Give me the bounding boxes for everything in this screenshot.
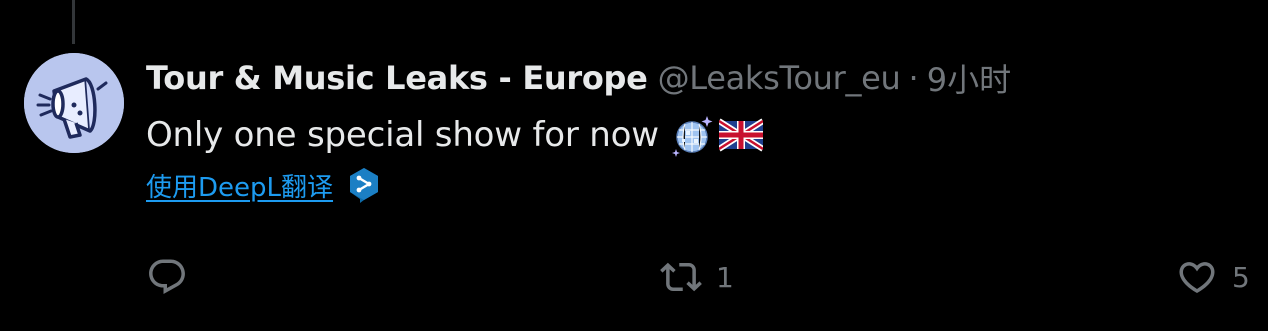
deepl-logo-icon[interactable] (347, 166, 381, 204)
author-display-name[interactable]: Tour & Music Leaks - Europe (146, 59, 648, 97)
avatar[interactable] (24, 53, 124, 153)
tweet-body: Only one special show for now (146, 113, 763, 157)
tweet-header: Tour & Music Leaks - Europe @LeaksTour_e… (146, 56, 1011, 100)
author-handle[interactable]: @LeaksTour_eu (658, 59, 901, 97)
header-separator: · (908, 59, 919, 97)
flag-united-kingdom-icon (718, 113, 763, 157)
tweet-timestamp[interactable]: 9小时 (927, 55, 1011, 101)
disco-ball-icon (671, 113, 715, 157)
like-button[interactable]: 5 (1176, 254, 1250, 300)
retweet-count: 1 (716, 260, 734, 294)
reply-button[interactable] (146, 254, 202, 300)
translate-with-deepl-link[interactable]: 使用DeepL翻译 (146, 167, 333, 204)
retweet-button[interactable]: 1 (660, 254, 734, 300)
retweet-icon (660, 262, 702, 292)
translate-row: 使用DeepL翻译 (146, 164, 381, 206)
megaphone-avatar-icon (24, 53, 124, 153)
heart-icon (1179, 262, 1215, 294)
like-count: 5 (1232, 260, 1250, 294)
thread-connector-line (72, 0, 75, 44)
reply-icon (149, 259, 185, 294)
tweet-text: Only one special show for now (146, 115, 659, 155)
